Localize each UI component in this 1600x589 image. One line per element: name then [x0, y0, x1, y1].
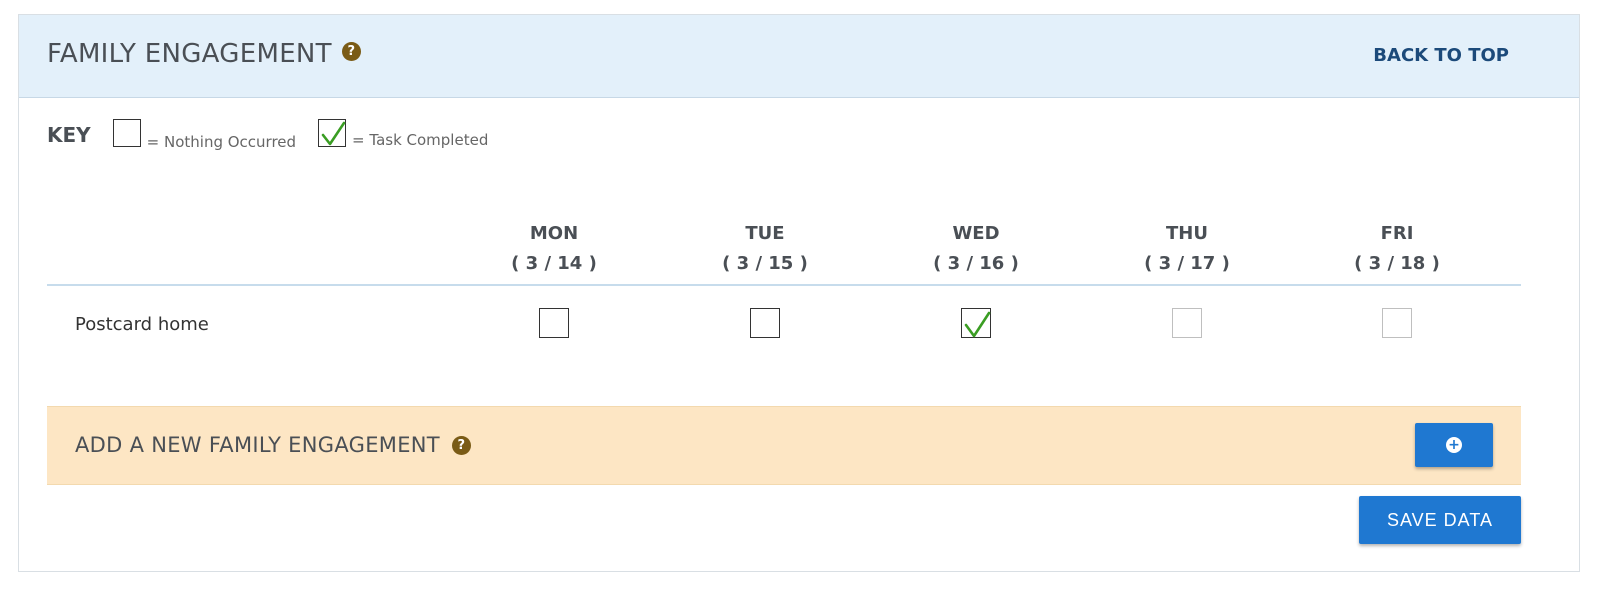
day-label: WED — [952, 223, 1000, 244]
checkmark-icon — [964, 311, 991, 338]
table-row: Postcard home — [47, 290, 1521, 360]
day-label: THU — [1166, 223, 1208, 244]
key-completed-text: = Task Completed — [352, 131, 489, 149]
save-data-button[interactable]: SAVE DATA — [1359, 496, 1521, 544]
question-circle-icon[interactable]: ? — [341, 41, 361, 61]
checkbox-fri[interactable] — [1382, 308, 1412, 338]
checkbox-tue[interactable] — [750, 308, 780, 338]
day-label: TUE — [745, 223, 785, 244]
question-circle-icon[interactable]: ? — [451, 435, 471, 455]
task-name: Postcard home — [75, 314, 209, 335]
panel-title-text: FAMILY ENGAGEMENT — [47, 39, 332, 69]
day-date: ( 3 / 14 ) — [511, 253, 597, 274]
day-label: MON — [529, 223, 579, 244]
checkmark-icon — [321, 121, 346, 146]
plus-circle-icon: + — [1446, 437, 1462, 453]
empty-box-icon — [112, 119, 141, 147]
day-header-thu: THU ( 3 / 17 ) — [1117, 219, 1257, 279]
day-date: ( 3 / 17 ) — [1144, 253, 1230, 274]
checkbox-thu[interactable] — [1172, 308, 1202, 338]
key-label: KEY — [47, 123, 91, 147]
key-item-completed: = Task Completed — [318, 119, 488, 149]
day-date: ( 3 / 18 ) — [1354, 253, 1440, 274]
back-to-top-link[interactable]: BACK TO TOP — [1373, 45, 1509, 66]
day-header-tue: TUE ( 3 / 15 ) — [695, 219, 835, 279]
key-legend: KEY = Nothing Occurred = Task Completed — [47, 119, 488, 155]
table-header: MON ( 3 / 14 ) TUE ( 3 / 15 ) WED ( 3 / 16 ) T… — [47, 213, 1521, 286]
day-date: ( 3 / 16 ) — [933, 253, 1019, 274]
panel-title: FAMILY ENGAGEMENT ? — [47, 39, 361, 69]
day-label: FRI — [1380, 223, 1414, 244]
add-engagement-button[interactable]: + — [1415, 423, 1493, 467]
add-engagement-title: ADD A NEW FAMILY ENGAGEMENT ? — [75, 433, 471, 457]
checkbox-wed[interactable] — [961, 308, 991, 338]
add-engagement-title-text: ADD A NEW FAMILY ENGAGEMENT — [75, 433, 440, 457]
add-engagement-bar: ADD A NEW FAMILY ENGAGEMENT ? + — [47, 406, 1521, 485]
family-engagement-panel: FAMILY ENGAGEMENT ? BACK TO TOP KEY = No… — [18, 14, 1580, 572]
key-item-nothing: = Nothing Occurred — [112, 119, 297, 151]
day-header-wed: WED ( 3 / 16 ) — [906, 219, 1046, 279]
panel-header: FAMILY ENGAGEMENT ? BACK TO TOP — [19, 15, 1579, 98]
day-header-mon: MON ( 3 / 14 ) — [484, 219, 624, 279]
day-header-fri: FRI ( 3 / 18 ) — [1327, 219, 1467, 279]
checkmark-box-icon — [318, 119, 347, 147]
checkbox-mon[interactable] — [539, 308, 569, 338]
key-nothing-text: = Nothing Occurred — [146, 133, 297, 151]
day-date: ( 3 / 15 ) — [722, 253, 808, 274]
